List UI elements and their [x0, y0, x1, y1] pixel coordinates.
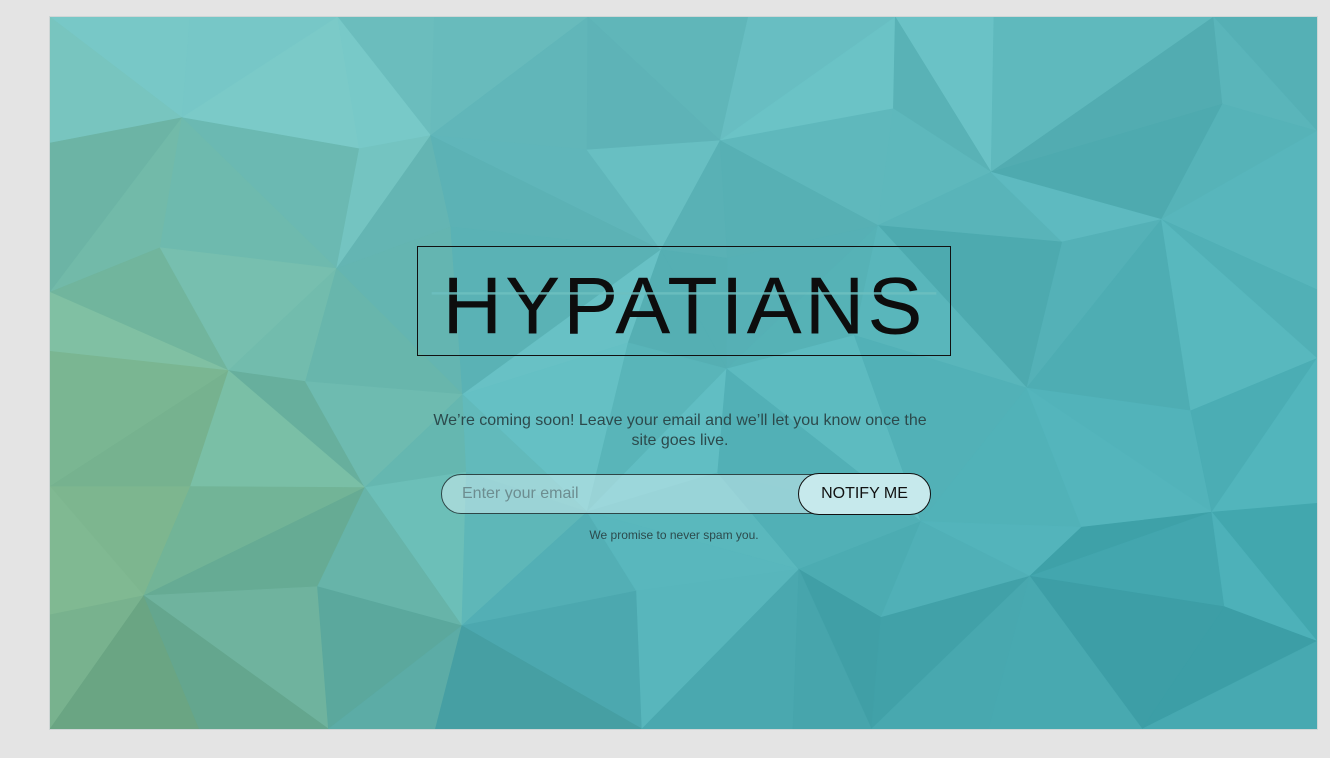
- hypatians-wordmark: HYPATIANS: [431, 261, 937, 351]
- low-poly-background: [50, 17, 1317, 729]
- logo: HYPATIANS: [417, 246, 951, 356]
- email-signup-form: NOTIFY ME: [441, 473, 931, 515]
- logo-text: HYPATIANS: [442, 261, 925, 351]
- landing-page-frame: HYPATIANS We’re coming soon! Leave your …: [49, 16, 1318, 730]
- no-spam-note: We promise to never spam you.: [589, 528, 759, 542]
- coming-soon-message: We’re coming soon! Leave your email and …: [433, 412, 927, 449]
- notify-me-button[interactable]: NOTIFY ME: [798, 473, 931, 515]
